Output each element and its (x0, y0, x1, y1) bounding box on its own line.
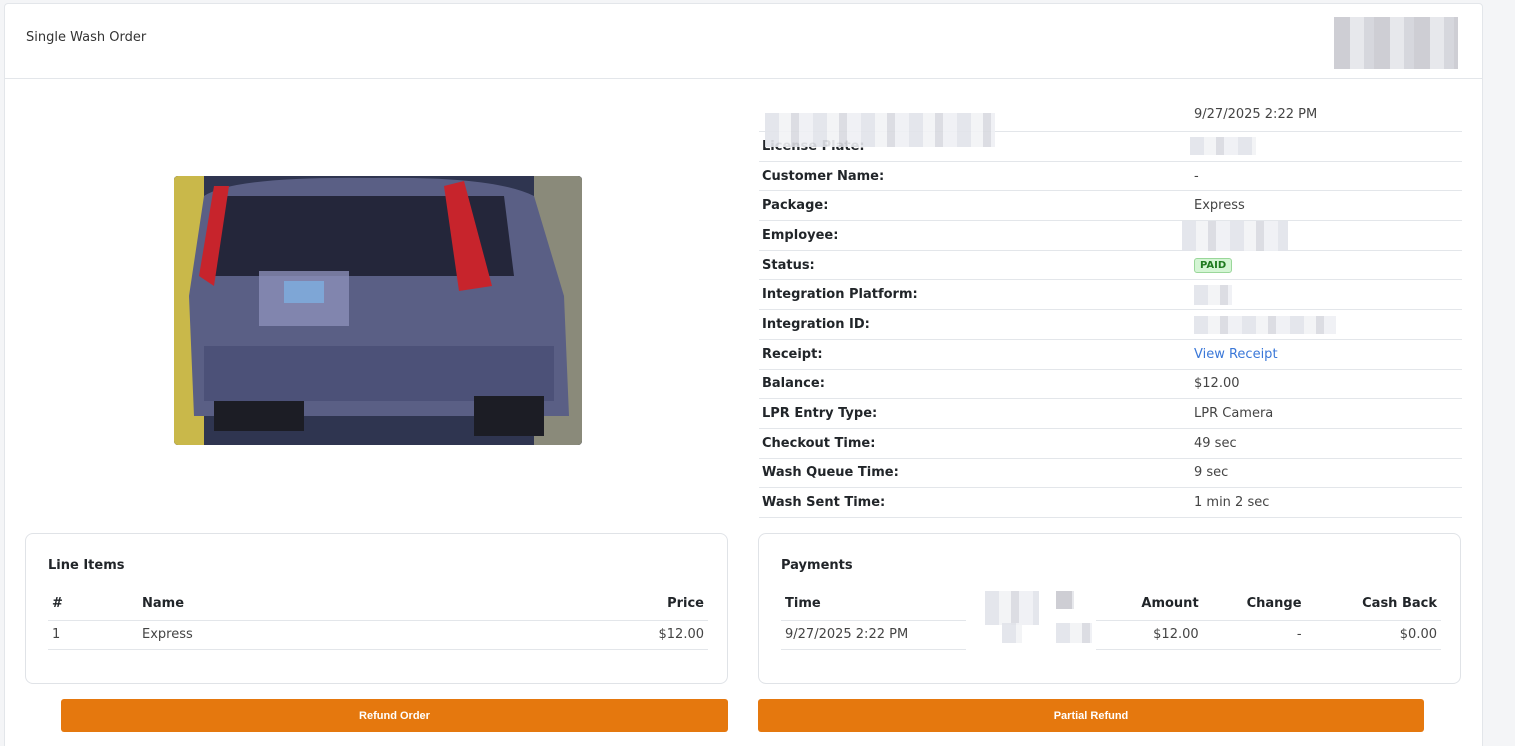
status-badge: PAID (1194, 258, 1233, 274)
redacted-location (765, 112, 995, 147)
line-items-panel: Line Items # Name Price 1 Express $12.00 (25, 533, 728, 684)
vehicle-image (174, 176, 582, 445)
table-header-row: # Name Price (48, 588, 708, 621)
line-items-table: # Name Price 1 Express $12.00 (48, 588, 708, 650)
table-row: 9/27/2025 2:22 PM $12.00 - $0.00 (781, 620, 1441, 650)
details-row-wash-sent-time: Wash Sent Time: 1 min 2 sec (759, 488, 1462, 518)
details-row-balance: Balance: $12.00 (759, 370, 1462, 400)
vehicle-photo (174, 176, 582, 445)
details-row-integration-id: Integration ID: (759, 310, 1462, 340)
details-row-employee: Employee: (759, 221, 1462, 252)
column-header-change: Change (1202, 588, 1306, 621)
column-header-price: Price (436, 588, 708, 621)
details-row-receipt: Receipt: View Receipt (759, 340, 1462, 370)
payment-cash-back: $0.00 (1305, 620, 1441, 650)
payment-time: 9/27/2025 2:22 PM (781, 620, 966, 650)
details-row-checkout-time: Checkout Time: 49 sec (759, 429, 1462, 459)
payments-table: Time Amount Change Cash Back 9/27/2025 2… (781, 588, 1441, 650)
line-item-number: 1 (48, 620, 138, 650)
card-header: Single Wash Order (5, 4, 1482, 79)
line-item-name: Express (138, 620, 437, 650)
payment-change: - (1202, 620, 1306, 650)
details-row-package: Package: Express (759, 191, 1462, 222)
view-receipt-link[interactable]: View Receipt (1194, 347, 1278, 362)
details-row-status: Status: PAID (759, 251, 1462, 281)
column-header-name: Name (138, 588, 437, 621)
redacted-employee (1182, 221, 1288, 252)
order-details: 9/27/2025 2:22 PM License Plate: Custome… (759, 98, 1462, 518)
column-header-number: # (48, 588, 138, 621)
details-row-customer-name: Customer Name: - (759, 162, 1462, 192)
column-header-cash-back: Cash Back (1305, 588, 1441, 621)
table-header-row: Time Amount Change Cash Back (781, 588, 1441, 621)
table-row: 1 Express $12.00 (48, 620, 708, 650)
details-row-integration-platform: Integration Platform: (759, 280, 1462, 311)
redacted-integration-platform (1194, 284, 1232, 305)
payments-title: Payments (781, 558, 853, 573)
line-item-price: $12.00 (436, 620, 708, 650)
redacted-integration-id (1194, 316, 1336, 335)
refund-order-button[interactable]: Refund Order (61, 699, 728, 732)
redacted-logo (1334, 17, 1458, 69)
payment-amount: $12.00 (1096, 620, 1203, 650)
details-row-wash-queue-time: Wash Queue Time: 9 sec (759, 459, 1462, 489)
payments-panel: Payments Time Amount Change Cash Back 9/… (758, 533, 1461, 684)
partial-refund-button[interactable]: Partial Refund (758, 699, 1424, 732)
page-title: Single Wash Order (26, 30, 147, 45)
redacted-license-plate (1190, 137, 1256, 156)
column-header-amount: Amount (1096, 588, 1203, 621)
details-header-row: 9/27/2025 2:22 PM (759, 98, 1462, 147)
order-date: 9/27/2025 2:22 PM (1194, 107, 1318, 122)
column-header-time: Time (781, 588, 966, 621)
line-items-title: Line Items (48, 558, 125, 573)
details-row-lpr-entry-type: LPR Entry Type: LPR Camera (759, 399, 1462, 429)
